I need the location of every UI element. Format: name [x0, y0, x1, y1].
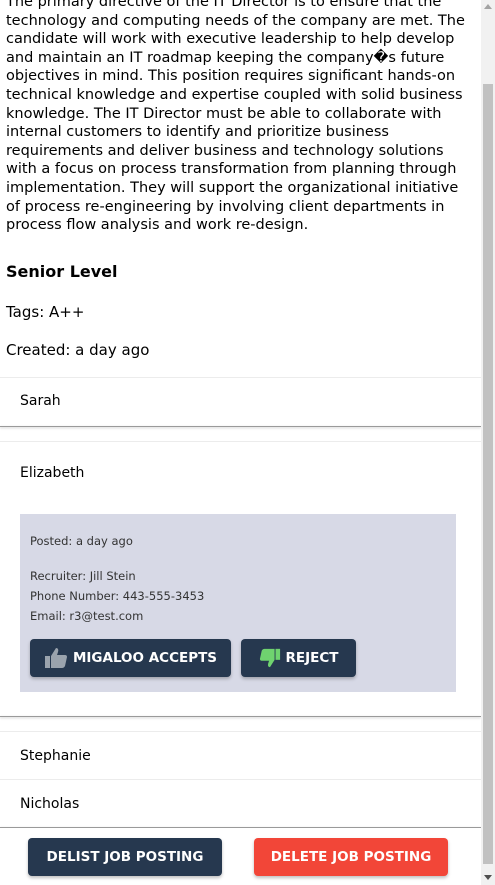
scroll-up-icon[interactable]	[484, 4, 492, 9]
scroll-down-icon[interactable]	[484, 875, 492, 880]
candidate-name: Stephanie	[20, 748, 91, 764]
job-tags: Tags: A++	[6, 303, 85, 321]
job-description: The primary directive of the IT Director…	[6, 0, 465, 234]
divider	[0, 716, 481, 717]
reject-button[interactable]: REJECT	[241, 639, 356, 677]
candidate-item[interactable]: Sarah	[0, 378, 481, 426]
candidate-item[interactable]: Nicholas	[0, 780, 481, 827]
divider	[0, 426, 481, 427]
delete-job-button[interactable]: DELETE JOB POSTING	[254, 838, 448, 876]
candidate-details-panel: Posted: a day ago Recruiter: Jill Stein …	[20, 514, 456, 692]
reject-label: REJECT	[285, 650, 339, 666]
accept-label: MIGALOO ACCEPTS	[72, 650, 218, 666]
posted-date: Posted: a day ago	[30, 534, 133, 548]
candidate-name: Elizabeth	[20, 465, 85, 481]
scrollbar-thumb[interactable]	[483, 84, 493, 864]
job-level: Senior Level	[6, 262, 118, 281]
delist-job-button[interactable]: DELIST JOB POSTING	[28, 838, 222, 876]
candidate-name: Sarah	[20, 393, 61, 409]
accept-button[interactable]: MIGALOO ACCEPTS	[30, 639, 231, 677]
vertical-scrollbar[interactable]	[481, 0, 495, 885]
recruiter-name: Recruiter: Jill Stein	[30, 569, 136, 583]
recruiter-email: Email: r3@test.com	[30, 609, 144, 623]
job-created: Created: a day ago	[6, 341, 150, 359]
candidate-name: Nicholas	[20, 796, 80, 812]
thumbs-down-icon	[259, 648, 280, 668]
candidate-item[interactable]: Stephanie	[0, 732, 481, 779]
recruiter-phone: Phone Number: 443-555-3453	[30, 589, 205, 603]
thumbs-up-icon	[44, 648, 67, 668]
footer-actions: DELIST JOB POSTING DELETE JOB POSTING	[0, 828, 481, 885]
